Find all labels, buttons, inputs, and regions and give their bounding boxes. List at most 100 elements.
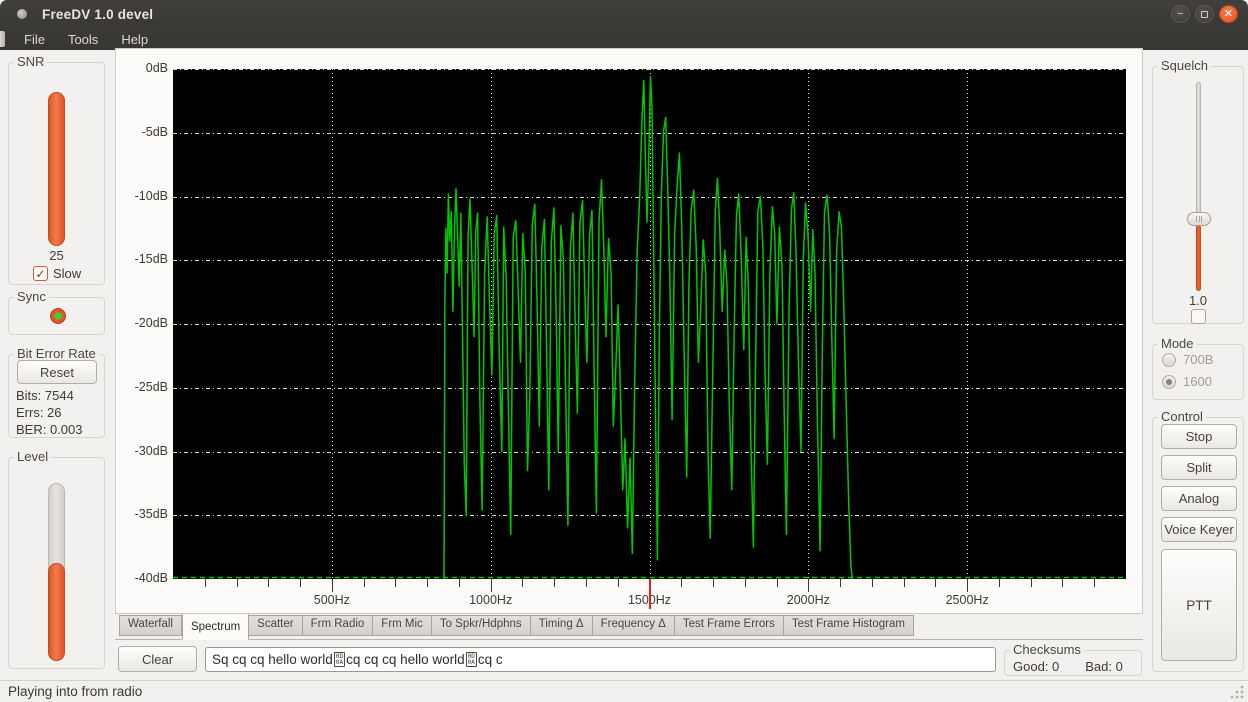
clear-button[interactable]: Clear bbox=[118, 646, 197, 672]
control-char-glyph: 0D0A bbox=[466, 652, 477, 667]
y-tick-label: -30dB bbox=[116, 444, 168, 458]
x-minor-tick bbox=[237, 579, 238, 587]
squelch-slider-track-upper[interactable] bbox=[1196, 82, 1201, 222]
tab-waterfall[interactable]: Waterfall bbox=[119, 615, 182, 636]
x-minor-tick bbox=[395, 579, 396, 587]
bits-count: Bits: 7544 bbox=[9, 387, 104, 404]
x-minor-tick bbox=[872, 579, 873, 587]
x-tick-label: 2500Hz bbox=[946, 593, 989, 607]
x-minor-tick bbox=[1062, 579, 1063, 587]
x-minor-tick bbox=[586, 579, 587, 587]
stop-button[interactable]: Stop bbox=[1161, 424, 1237, 449]
x-tick-label: 500Hz bbox=[314, 593, 350, 607]
x-minor-tick bbox=[840, 579, 841, 587]
x-minor-tick bbox=[554, 579, 555, 587]
x-minor-tick bbox=[205, 579, 206, 587]
slow-checkbox-label: Slow bbox=[53, 266, 81, 281]
voice-keyer-button[interactable]: Voice Keyer bbox=[1161, 517, 1237, 542]
transmit-text-input[interactable]: Sq cq cq hello world0D0Acq cq cq hello w… bbox=[205, 647, 996, 672]
sync-group: Sync bbox=[8, 297, 105, 335]
x-minor-tick bbox=[618, 579, 619, 587]
ber-value: BER: 0.003 bbox=[9, 421, 104, 438]
squelch-group: Squelch 1.0 bbox=[1152, 66, 1244, 324]
status-text: Playing into from radio bbox=[8, 684, 142, 699]
squelch-slider-handle[interactable] bbox=[1187, 212, 1211, 226]
control-group: Control StopSplitAnalogVoice Keyer PTT bbox=[1152, 417, 1244, 672]
tab-test-frame-errors[interactable]: Test Frame Errors bbox=[675, 615, 784, 636]
x-minor-tick bbox=[268, 579, 269, 587]
menu-grip[interactable] bbox=[0, 31, 5, 47]
x-major-tick bbox=[808, 579, 809, 592]
checksums-good: Good: 0 bbox=[1013, 659, 1059, 674]
window-controls: − ✕ bbox=[1171, 5, 1238, 23]
checksums-group: Checksums Good: 0 Bad: 0 bbox=[1004, 650, 1142, 676]
y-tick-label: -15dB bbox=[116, 252, 168, 266]
y-tick-label: -40dB bbox=[116, 571, 168, 585]
errors-count: Errs: 26 bbox=[9, 404, 104, 421]
x-minor-tick bbox=[999, 579, 1000, 587]
checksums-bad: Bad: 0 bbox=[1085, 659, 1123, 674]
split-button[interactable]: Split bbox=[1161, 455, 1237, 480]
y-tick-label: -20dB bbox=[116, 316, 168, 330]
x-minor-tick bbox=[904, 579, 905, 587]
ptt-button[interactable]: PTT bbox=[1161, 549, 1237, 661]
input-text-segment: Sq cq cq hello world bbox=[212, 652, 333, 667]
squelch-value: 1.0 bbox=[1153, 293, 1243, 308]
resize-grip[interactable] bbox=[1230, 685, 1244, 699]
radio-1600[interactable] bbox=[1162, 375, 1176, 389]
snr-group: SNR 25 ✓ Slow bbox=[8, 62, 105, 285]
tab-frm-radio[interactable]: Frm Radio bbox=[303, 615, 374, 636]
radio-700b[interactable] bbox=[1162, 353, 1176, 367]
menu-bar: FileToolsHelp bbox=[0, 28, 1248, 50]
spectrum-trace-svg bbox=[173, 69, 1126, 579]
squelch-label: Squelch bbox=[1158, 58, 1211, 73]
tab-bar: WaterfallSpectrumScatterFrm RadioFrm Mic… bbox=[115, 614, 1143, 640]
x-major-tick bbox=[967, 579, 968, 592]
snr-value: 25 bbox=[9, 248, 104, 263]
tab-scatter[interactable]: Scatter bbox=[249, 615, 302, 636]
squelch-checkbox[interactable] bbox=[1191, 309, 1206, 324]
title-bar: FreeDV 1.0 devel − ✕ bbox=[0, 0, 1248, 28]
reset-button[interactable]: Reset bbox=[17, 360, 97, 384]
y-tick-label: -35dB bbox=[116, 507, 168, 521]
status-bar: Playing into from radio bbox=[0, 680, 1248, 702]
menu-item-help[interactable]: Help bbox=[111, 30, 158, 49]
level-gauge-fill bbox=[48, 563, 65, 661]
menu-item-tools[interactable]: Tools bbox=[58, 30, 108, 49]
y-tick-label: -25dB bbox=[116, 380, 168, 394]
checksums-values: Good: 0 Bad: 0 bbox=[1013, 659, 1123, 674]
tab-timing-[interactable]: Timing Δ bbox=[531, 615, 593, 636]
maximize-button[interactable] bbox=[1195, 5, 1214, 23]
x-minor-tick bbox=[777, 579, 778, 587]
slow-checkbox[interactable]: ✓ bbox=[33, 266, 48, 281]
menu-items: FileToolsHelp bbox=[0, 30, 158, 49]
tab-to-spkr-hdphns[interactable]: To Spkr/Hdphns bbox=[432, 615, 531, 636]
close-button[interactable]: ✕ bbox=[1219, 5, 1238, 23]
analog-button[interactable]: Analog bbox=[1161, 486, 1237, 511]
input-text-segment: cq cq cq hello world bbox=[346, 652, 465, 667]
bit-error-rate-group: Bit Error Rate Reset Bits: 7544 Errs: 26… bbox=[8, 354, 105, 438]
tab-test-frame-histogram[interactable]: Test Frame Histogram bbox=[784, 615, 914, 636]
x-minor-tick bbox=[522, 579, 523, 587]
x-minor-tick bbox=[364, 579, 365, 587]
level-group: Level bbox=[8, 457, 105, 669]
minimize-button[interactable]: − bbox=[1171, 5, 1190, 23]
control-char-glyph: 0D0A bbox=[334, 652, 345, 667]
radio-label-1600: 1600 bbox=[1183, 374, 1212, 389]
input-text-segment: cq c bbox=[478, 652, 503, 667]
spectrum-plot bbox=[173, 69, 1126, 579]
x-minor-tick bbox=[459, 579, 460, 587]
tab-frequency-[interactable]: Frequency Δ bbox=[593, 615, 675, 636]
x-minor-tick bbox=[1031, 579, 1032, 587]
control-buttons: Stop Split Analog Voice Keyer bbox=[1153, 424, 1243, 542]
mode-group: Mode 700B1600 bbox=[1152, 344, 1244, 400]
mode-label: Mode bbox=[1158, 336, 1197, 351]
tab-frm-mic[interactable]: Frm Mic bbox=[373, 615, 432, 636]
mode-option-1600: 1600 bbox=[1162, 374, 1243, 389]
menu-item-file[interactable]: File bbox=[14, 30, 55, 49]
tab-spectrum[interactable]: Spectrum bbox=[182, 614, 249, 640]
snr-label: SNR bbox=[14, 54, 47, 69]
radio-label-700b: 700B bbox=[1183, 352, 1213, 367]
squelch-slider-track-lower[interactable] bbox=[1196, 225, 1201, 291]
maximize-icon bbox=[1201, 11, 1208, 18]
